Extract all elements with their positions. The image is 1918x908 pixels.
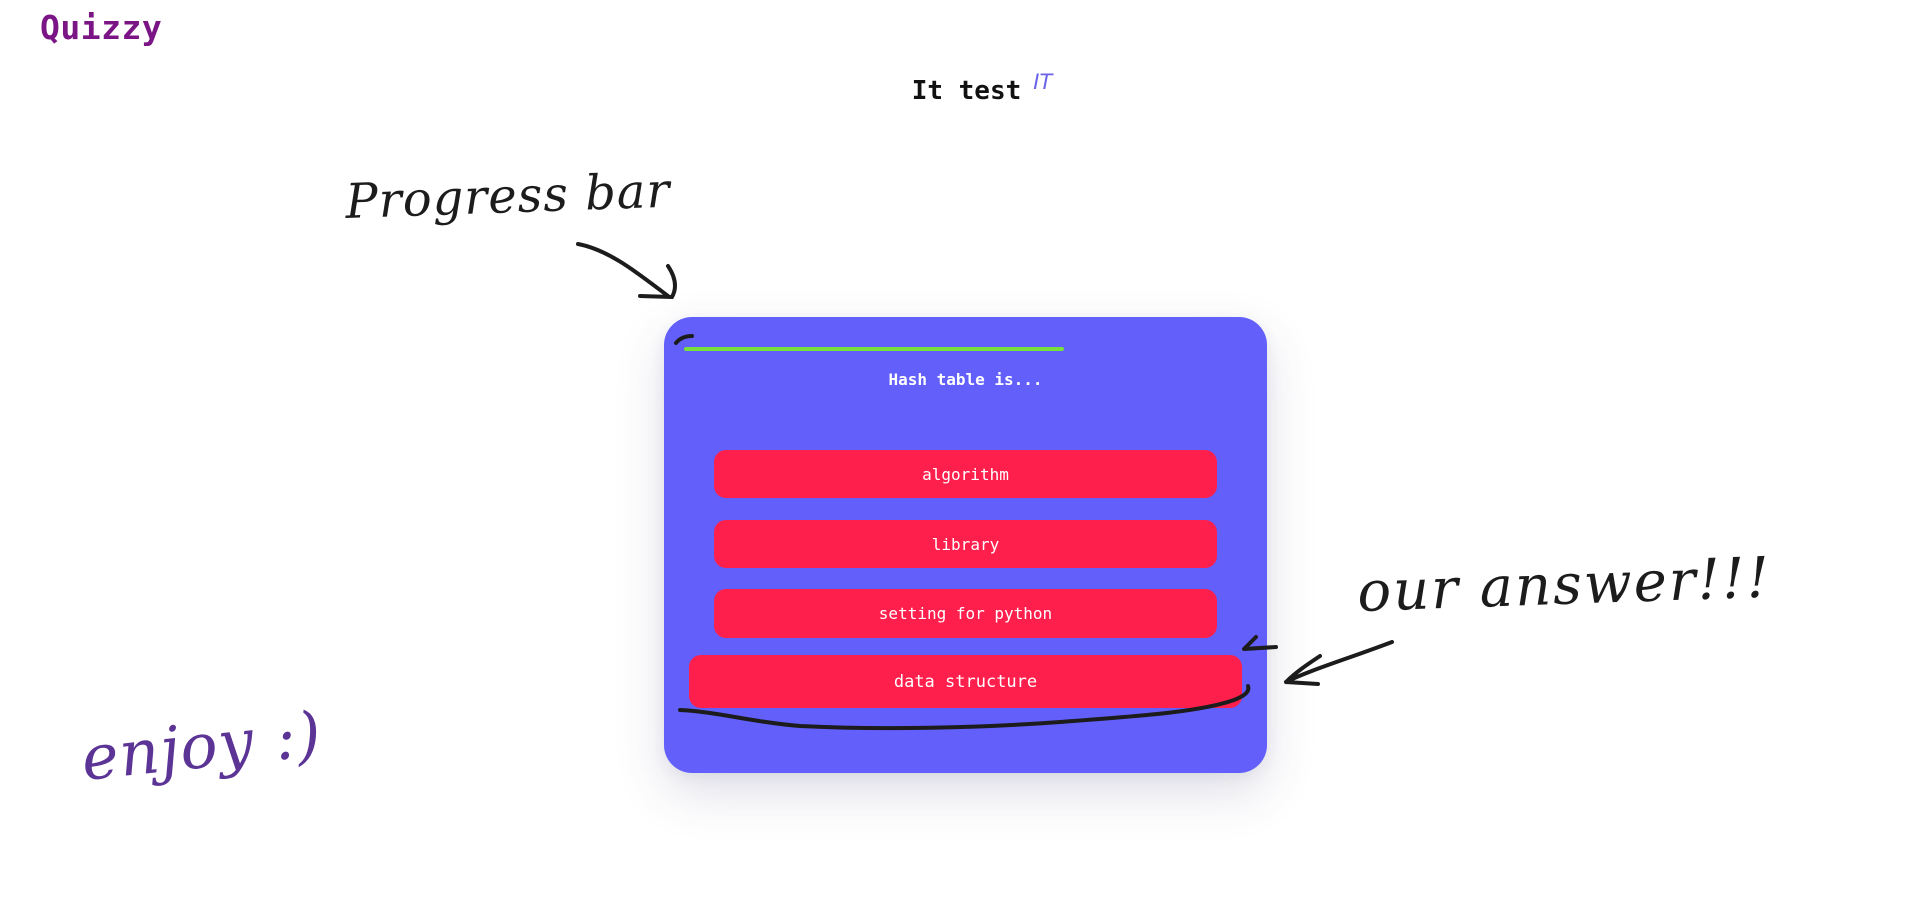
answer-button-library[interactable]: library: [714, 520, 1217, 568]
page-title: It test: [911, 76, 1022, 106]
answer-arrow-icon: [1284, 640, 1394, 686]
progress-bar-fill: [684, 347, 1065, 351]
answer-button-data-structure[interactable]: data structure: [689, 655, 1242, 708]
enjoy-annotation: enjoy :): [78, 697, 325, 795]
page-header: It test IT: [0, 70, 1918, 106]
progress-bar: [684, 347, 1212, 352]
enjoy-note: enjoy :): [78, 697, 325, 795]
answer-button-algorithm[interactable]: algorithm: [714, 450, 1217, 498]
progress-bar-annotation: Progress bar: [343, 163, 694, 345]
category-tag: IT: [1033, 70, 1053, 94]
quiz-card: Hash table is... algorithm library setti…: [664, 317, 1267, 773]
app-logo[interactable]: Quizzy: [40, 8, 162, 47]
answer-button-setting-for-python[interactable]: setting for python: [714, 589, 1217, 638]
progress-bar-note: Progress bar: [343, 163, 673, 230]
answer-note: our answer!!!: [1356, 546, 1772, 625]
progress-arrow-icon: [576, 242, 678, 299]
question-text: Hash table is...: [888, 370, 1043, 389]
